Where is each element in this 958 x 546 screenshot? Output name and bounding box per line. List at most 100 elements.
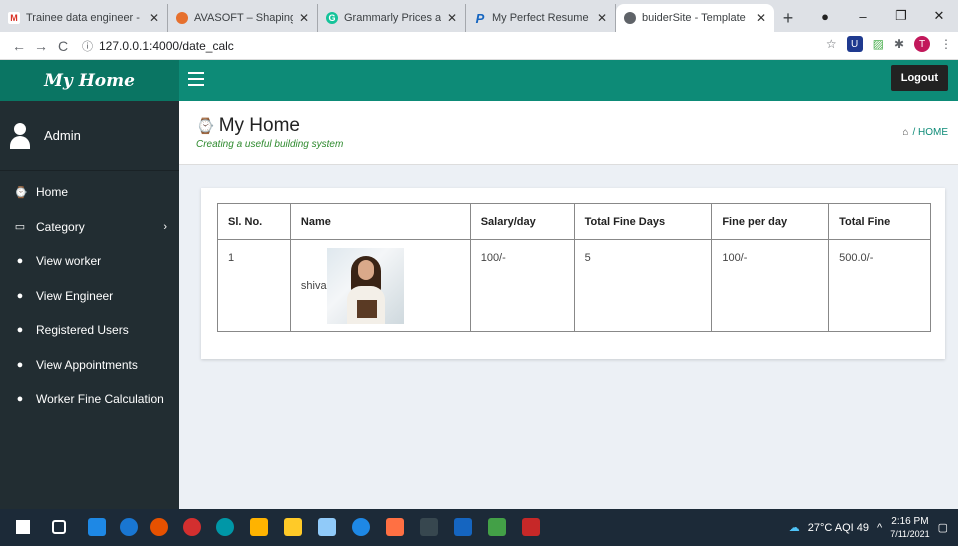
windows-taskbar: ☁ 27°C AQI 49 ^ 2:16 PM 7/11/2021 ▢ <box>0 509 958 546</box>
back-icon[interactable]: ← <box>8 38 30 54</box>
circle-icon: ● <box>16 324 24 337</box>
p-icon: P <box>475 10 485 26</box>
task-view-icon[interactable] <box>52 520 66 534</box>
fine-table-card: Sl. No. Name Salary/day Total Fine Days … <box>201 188 945 359</box>
cell-sl: 1 <box>217 239 291 332</box>
sidebar-item-view-appointments[interactable]: ● View Appointments <box>0 348 179 383</box>
pen-icon[interactable] <box>318 518 336 536</box>
close-icon[interactable]: ✕ <box>756 11 766 25</box>
chevron-up-icon[interactable]: ^ <box>877 522 882 534</box>
extension-icon[interactable]: ▨ <box>873 37 884 51</box>
postman-icon[interactable] <box>386 518 404 536</box>
close-icon[interactable]: ✕ <box>299 11 309 25</box>
circle-icon: ● <box>16 393 24 406</box>
table-row: 1 shiva 100/- 5 100/- 500.0/- <box>217 239 931 332</box>
close-icon[interactable]: ✕ <box>597 11 607 25</box>
app-header: My Home Logout <box>0 60 958 101</box>
extension-icon[interactable]: U <box>846 36 863 52</box>
circle-icon: ● <box>16 255 24 268</box>
worker-photo <box>326 247 404 324</box>
chrome-icon[interactable] <box>150 518 168 536</box>
brand-logo[interactable]: My Home <box>0 60 179 101</box>
edge-new-icon[interactable] <box>216 518 234 536</box>
restore-button[interactable]: ❐ <box>882 8 920 24</box>
sidebar: Admin ⌚ Home ▭ Category › ● View worker … <box>0 101 179 509</box>
weather-icon: ☁ <box>788 522 800 534</box>
browser-tab[interactable]: AVASOFT – Shaping Next ✕ <box>168 4 318 32</box>
store-icon[interactable] <box>88 518 106 536</box>
new-tab-button[interactable]: + <box>774 4 802 32</box>
close-icon[interactable]: ✕ <box>447 11 457 25</box>
weather-text[interactable]: 27°C AQI 49 <box>808 522 869 534</box>
page-title: ⌚ My Home <box>196 115 300 136</box>
hamburger-icon[interactable] <box>188 72 204 86</box>
column-header: Total Fine <box>828 203 931 240</box>
user-icon <box>10 122 30 149</box>
sidebar-item-view-engineer[interactable]: ● View Engineer <box>0 279 179 314</box>
pycharm-icon[interactable] <box>488 518 506 536</box>
close-window-button[interactable]: ✕ <box>920 8 958 24</box>
fine-table: Sl. No. Name Salary/day Total Fine Days … <box>217 203 931 332</box>
sidebar-item-worker-fine-calculation[interactable]: ● Worker Fine Calculation <box>0 382 179 417</box>
close-icon[interactable]: ✕ <box>149 11 159 25</box>
home-icon[interactable]: ⌂ <box>902 127 908 138</box>
cell-fine-days: 5 <box>573 239 713 332</box>
dashboard-icon: ⌚ <box>196 118 215 135</box>
browser-tab-active[interactable]: buiderSite - Template ✕ <box>616 4 774 32</box>
user-panel: Admin <box>0 101 179 171</box>
info-icon[interactable]: ⓘ <box>82 38 93 54</box>
sidebar-item-home[interactable]: ⌚ Home <box>0 175 179 210</box>
chevron-right-icon: › <box>163 220 167 233</box>
clock[interactable]: 2:16 PM 7/11/2021 <box>890 516 929 540</box>
browser-tab[interactable]: G Grammarly Prices and Pla ✕ <box>318 4 466 32</box>
system-tray: ☁ 27°C AQI 49 ^ 2:16 PM 7/11/2021 ▢ <box>789 509 948 546</box>
terminal-icon[interactable] <box>420 518 438 536</box>
sidebar-item-view-worker[interactable]: ● View worker <box>0 244 179 279</box>
column-header: Name <box>289 203 471 240</box>
profile-avatar[interactable]: T <box>914 36 930 52</box>
windows-start-icon[interactable] <box>16 520 30 534</box>
chrome-active-icon[interactable] <box>352 518 370 536</box>
url-field[interactable]: ⓘ 127.0.0.1:4000/date_calc <box>82 38 234 54</box>
circle-icon: ● <box>16 358 24 371</box>
main-content: ⌚ My Home Creating a useful building sys… <box>179 101 958 509</box>
star-icon[interactable]: ☆ <box>826 37 837 51</box>
logout-button[interactable]: Logout <box>890 65 948 91</box>
minimize-button[interactable]: – <box>844 9 882 24</box>
browser-tab-bar: M Trainee data engineer - th ✕ AVASOFT –… <box>0 0 958 32</box>
opera-icon[interactable] <box>183 518 201 536</box>
address-bar: ← → C ⓘ 127.0.0.1:4000/date_calc ☆ U ▨ ✱… <box>0 32 958 60</box>
sidebar-item-category[interactable]: ▭ Category › <box>0 210 179 245</box>
extensions-area: ☆ U ▨ ✱ T ⋮ <box>826 36 952 52</box>
column-header: Salary/day <box>469 203 575 240</box>
notification-icon[interactable]: ▢ <box>938 521 948 534</box>
files-icon[interactable] <box>284 518 302 536</box>
avasoft-icon <box>176 12 188 24</box>
worker-name: shiva <box>300 279 327 292</box>
table-header-row: Sl. No. Name Salary/day Total Fine Days … <box>217 203 931 240</box>
cell-total-fine: 500.0/- <box>828 239 931 332</box>
globe-icon <box>624 12 636 24</box>
app-icon[interactable] <box>522 518 540 536</box>
reload-icon[interactable]: C <box>52 38 74 54</box>
puzzle-icon[interactable]: ✱ <box>894 37 904 51</box>
forward-icon[interactable]: → <box>30 38 52 54</box>
column-header: Sl. No. <box>217 203 291 240</box>
breadcrumb: ⌂ / HOME <box>902 127 948 138</box>
laptop-icon: ▭ <box>14 221 26 234</box>
profile-dot-icon[interactable]: ● <box>806 9 844 24</box>
browser-tab[interactable]: P My Perfect Resume ✕ <box>466 4 616 32</box>
cell-fine-per-day: 100/- <box>711 239 830 332</box>
user-name: Admin <box>44 128 81 143</box>
bag-icon[interactable] <box>250 518 268 536</box>
vscode-icon[interactable] <box>454 518 472 536</box>
page-subtitle: Creating a useful building system <box>196 139 344 150</box>
cell-salary: 100/- <box>469 239 575 332</box>
cell-name: shiva <box>289 239 471 332</box>
menu-dots-icon[interactable]: ⋮ <box>940 37 952 51</box>
browser-tab[interactable]: M Trainee data engineer - th ✕ <box>0 4 168 32</box>
sidebar-item-registered-users[interactable]: ● Registered Users <box>0 313 179 348</box>
edge-icon[interactable] <box>120 518 138 536</box>
column-header: Fine per day <box>711 203 830 240</box>
window-controls: ● – ❐ ✕ <box>806 0 958 32</box>
